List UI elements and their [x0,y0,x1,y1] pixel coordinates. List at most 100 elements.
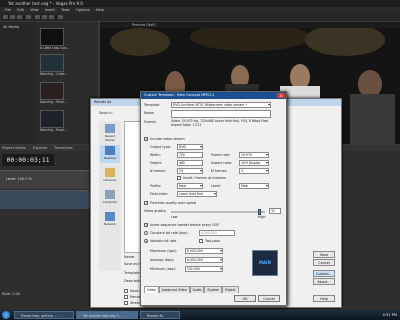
app-title: Yet another test.veg * - Vegas Pro 9.0 [8,1,83,6]
custom-template-dialog: Custom Template - Main Concept MPEG-2 × … [140,91,287,306]
media-thumb[interactable] [40,28,64,46]
aspect-ratio-select[interactable]: 16:9 Display [239,160,269,166]
quality-low-label: Low [171,215,178,219]
start-orb-icon[interactable] [2,311,10,319]
avg-bitrate-select[interactable]: 6,000,000 [185,257,223,263]
path-reference-checkbox[interactable] [124,289,128,293]
video-quality-field[interactable]: 31 [269,208,281,214]
about-button[interactable]: About... [313,278,335,285]
height-field[interactable]: 480 [177,160,203,166]
close-icon[interactable]: × [277,93,285,98]
taskbar-button[interactable]: Yet another test.veg *... [76,311,138,319]
prioritize-quality-checkbox[interactable] [144,200,148,205]
save-in-label: Save in: [99,111,113,115]
cut-icon[interactable] [35,15,40,19]
tab-audio[interactable]: Audio [189,286,205,293]
max-bitrate-label: Maximum (bps): [150,249,177,253]
undo-icon[interactable] [58,15,63,19]
tab-project-media[interactable]: Project Media [2,145,26,151]
vbr-radio[interactable] [144,239,148,243]
output-type-select[interactable]: DVD [177,144,203,150]
field-order-label: Field order: [150,192,169,196]
paste-icon[interactable] [49,15,54,19]
preview-toolbar: Preview (Half) [100,22,400,28]
min-bitrate-select[interactable]: 192,000 [185,266,223,272]
include-video-checkbox[interactable] [144,136,148,141]
media-thumb[interactable] [40,110,64,128]
aspect-ratio-label: Aspect ratio: [211,161,232,165]
save-icon[interactable] [17,15,22,19]
taskbar: Please help, getting ... Yet another tes… [0,310,400,320]
cbr-radio[interactable] [144,231,148,235]
place-libraries[interactable]: Libraries [100,167,120,185]
width-field[interactable]: 720 [177,152,203,158]
custom-button[interactable]: Custom... [313,270,335,277]
taskbar-button[interactable]: Please help, getting ... [14,311,74,319]
track-header[interactable]: Level: 100.0 % [0,170,95,189]
save-button[interactable]: Save [313,251,335,258]
place-computer[interactable]: Computer [100,189,120,207]
cbr-field[interactable]: 6,000,000 [199,230,235,236]
cancel-button[interactable]: Cancel [313,259,335,266]
avg-bitrate-label: Average (bps): [150,258,175,262]
stretch-video-checkbox[interactable] [124,301,128,305]
insert-iframes-checkbox[interactable] [177,176,181,180]
ok-button[interactable]: OK [234,295,256,302]
width-label: Width: [150,153,161,157]
open-icon[interactable] [10,15,15,19]
render-icon[interactable] [26,15,31,19]
media-thumb[interactable] [40,82,64,100]
profile-select[interactable]: Main [177,183,203,189]
notes-field[interactable] [171,110,271,118]
field-order-select[interactable]: Lower field first [177,191,217,197]
format-label: Format: [144,120,157,124]
template-label: Template: [144,103,161,107]
tab-project[interactable]: Project [221,286,239,293]
playback-rate: Rate: 0.00 [2,292,21,296]
template-select[interactable]: DVD Architect NTSC Widescreen video stre… [171,102,271,108]
level-label: Level: [211,184,221,188]
tab-system[interactable]: System [204,286,222,293]
tab-explorer[interactable]: Explorer [33,145,48,151]
include-video-label: Include video stream [150,137,185,141]
profile-label: Profile: [150,184,162,188]
place-desktop[interactable]: Desktop [100,145,120,163]
prioritize-quality-label: Prioritize quality over speed [150,201,197,205]
copy-icon[interactable] [42,15,47,19]
max-bitrate-select[interactable]: 8,000,000 [185,248,223,254]
n-frames-label: N frames: [150,169,167,173]
mainconcept-logo: MAIN [252,250,278,276]
tab-transitions[interactable]: Transitions [54,145,73,151]
custom-template-titlebar: Custom Template - Main Concept MPEG-2 × [141,92,286,99]
app-titlebar: Yet another test.veg * - Vegas Pro 9.0 [0,0,400,7]
track-header[interactable] [0,190,95,209]
computer-icon [105,190,115,199]
tab-advanced-video[interactable]: Advanced Video [158,286,190,293]
m-frames-select[interactable]: 3 [239,168,269,174]
new-icon[interactable] [3,15,8,19]
format-summary: Video: 29.970 fps, 720x480 Lower field f… [171,119,269,127]
media-label: A Little Less Con... [40,46,70,50]
n-frames-select[interactable]: 15 [177,168,203,174]
level-select[interactable]: Main [239,183,269,189]
taskbar-button[interactable]: Render As [140,311,180,319]
place-network[interactable]: Network [100,211,120,229]
quality-high-label: High [258,215,266,219]
frame-rate-select[interactable]: 29.970 [239,152,269,158]
tree-all-media[interactable]: All Media [3,25,19,29]
video-quality-label: Video quality: [144,209,167,213]
two-pass-checkbox[interactable] [199,239,203,243]
media-thumb[interactable] [40,54,64,72]
toolbar [0,13,400,21]
preview-quality[interactable]: Preview (Half) [132,22,156,28]
video-quality-slider-track[interactable] [171,211,265,213]
loop-region-checkbox[interactable] [124,295,128,299]
place-recent[interactable]: Recent Places [100,123,120,142]
media-label: Dancing - Rush... [40,128,68,132]
cancel-button[interactable]: Cancel [258,295,280,302]
insert-header-checkbox[interactable] [144,222,148,227]
tab-video[interactable]: Video [144,286,159,293]
help-button[interactable]: Help [313,295,335,302]
frame-rate-label: Frame rate: [211,153,231,157]
height-label: Height: [150,161,163,165]
